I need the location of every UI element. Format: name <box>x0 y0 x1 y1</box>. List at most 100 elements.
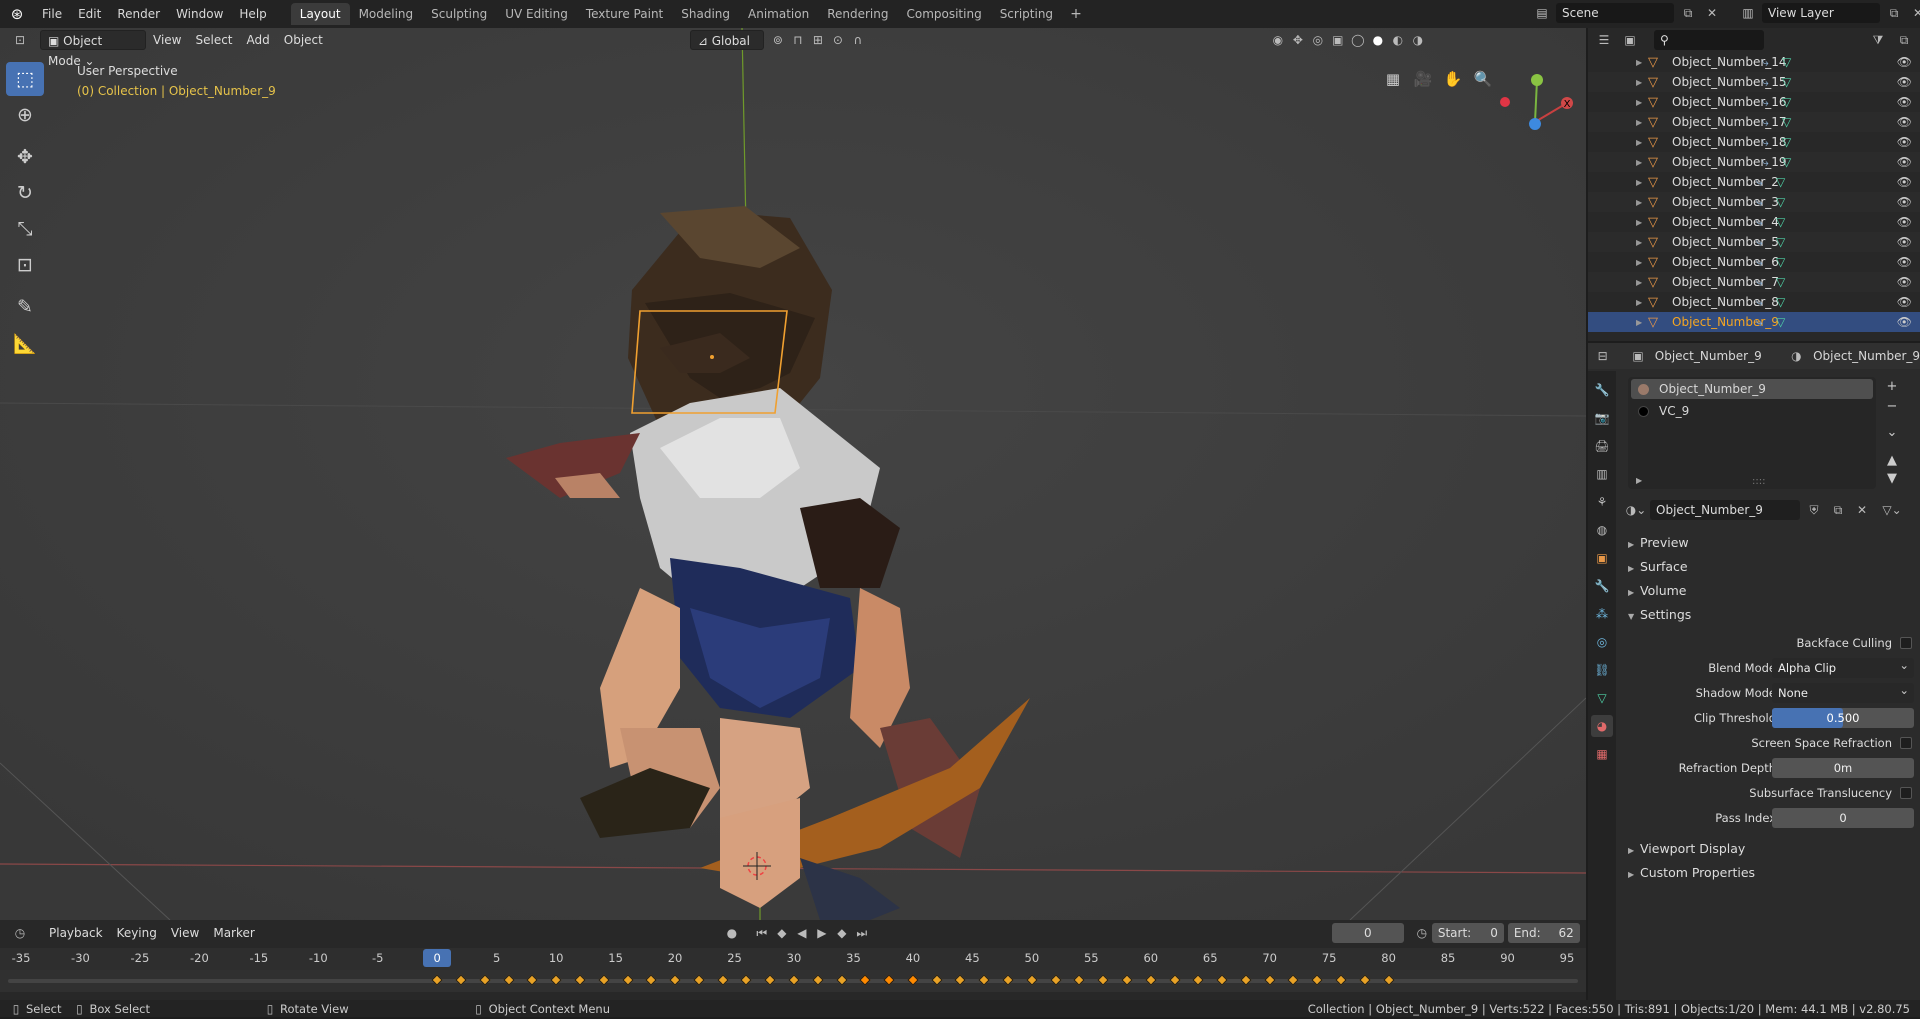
falloff-icon[interactable]: ∩ <box>848 30 868 50</box>
tab-uv-editing[interactable]: UV Editing <box>496 3 577 25</box>
mesh-data-icon[interactable]: ▽ <box>1782 55 1791 69</box>
keyframe-marker[interactable] <box>1216 974 1228 986</box>
visibility-eye-icon[interactable]: 👁 <box>1897 315 1912 329</box>
keyframe-marker[interactable] <box>812 974 824 986</box>
scene-tab-icon[interactable]: ⚘ <box>1591 491 1613 513</box>
clip-threshold-slider[interactable]: 0.500 <box>1772 708 1914 728</box>
timeline-menu-keying[interactable]: Keying <box>110 923 164 943</box>
resize-handle-icon[interactable]: :::: <box>1752 476 1765 487</box>
add-slot-icon[interactable]: + <box>1882 379 1902 397</box>
measure-tool-icon[interactable]: 📐 <box>6 326 44 360</box>
display-mode-icon[interactable]: ▣ <box>1620 30 1640 50</box>
viewport-menu-add[interactable]: Add <box>240 30 277 50</box>
keyframe-marker[interactable] <box>1073 974 1086 986</box>
move-slot-up-icon[interactable]: ▲ <box>1882 453 1902 471</box>
next-key-icon[interactable]: ◆ <box>832 923 852 943</box>
data-tab-icon[interactable]: ▽ <box>1591 687 1613 709</box>
outliner-row[interactable]: ▶ ▽ Object_Number_4 ⤷ ▽ 👁 <box>1588 212 1920 232</box>
jump-start-icon[interactable]: ⏮ <box>752 923 772 943</box>
duplicate-material-icon[interactable]: ⧉ <box>1828 500 1848 520</box>
visibility-eye-icon[interactable]: 👁 <box>1897 115 1912 129</box>
material-slots[interactable]: Object_Number_9 VC_9 ▶ :::: <box>1628 377 1876 489</box>
slot-specials-icon[interactable]: ⌄ <box>1882 425 1902 443</box>
snap-target-icon[interactable]: ⊞ <box>808 30 828 50</box>
pass-index-field[interactable]: 0 <box>1772 808 1914 828</box>
modifier-icon[interactable]: ⤷ <box>1756 295 1763 310</box>
modifier-icon[interactable]: ⤷ <box>1762 115 1769 130</box>
expand-arrow-icon[interactable]: ▶ <box>1636 198 1642 207</box>
world-tab-icon[interactable]: ◍ <box>1591 519 1613 541</box>
keyframe-marker[interactable] <box>598 974 610 986</box>
keyframe-marker[interactable] <box>1311 974 1323 986</box>
view-layer-field[interactable]: View Layer <box>1762 3 1880 23</box>
shading-material-icon[interactable]: ◐ <box>1388 30 1408 50</box>
keyframe-marker[interactable] <box>740 974 753 986</box>
mesh-data-icon[interactable]: ▽ <box>1776 255 1785 269</box>
tab-layout[interactable]: Layout <box>290 3 350 25</box>
keyframe-marker[interactable] <box>669 974 681 986</box>
orientation-dropdown[interactable]: ⊿ Global <box>689 30 764 50</box>
visibility-eye-icon[interactable]: 👁 <box>1897 155 1912 169</box>
pivot-icon[interactable]: ⊚ <box>768 30 788 50</box>
outliner-row[interactable]: ▶ ▽ Object_Number_15 ⤷ ▽ 👁 <box>1588 72 1920 92</box>
mesh-data-icon[interactable]: ▽ <box>1776 235 1785 249</box>
sss-checkbox[interactable] <box>1900 787 1912 799</box>
tab-texture-paint[interactable]: Texture Paint <box>577 3 672 25</box>
record-icon[interactable]: ● <box>722 923 742 943</box>
modifier-icon[interactable]: ⤷ <box>1762 75 1769 90</box>
end-frame-field[interactable]: End: 62 <box>1507 923 1580 943</box>
slot-link-icon[interactable]: ▽⌄ <box>1882 500 1902 520</box>
modifier-tab-icon[interactable]: 🔧 <box>1591 575 1613 597</box>
outliner-item-name[interactable]: Object_Number_19 <box>1672 155 1787 169</box>
output-tab-icon[interactable]: 🖨 <box>1591 435 1613 457</box>
keyframe-marker[interactable] <box>859 974 872 986</box>
transform-tool-icon[interactable]: ⊡ <box>6 248 44 282</box>
duplicate-view-layer-icon[interactable]: ⧉ <box>1884 3 1904 23</box>
keyframe-marker[interactable] <box>931 974 943 986</box>
select-box-icon[interactable]: ⬚ <box>6 62 44 96</box>
view-layer-icon[interactable]: ▥ <box>1738 3 1758 23</box>
modifier-icon[interactable]: ⤷ <box>1756 235 1763 250</box>
expand-arrow-icon[interactable]: ▶ <box>1636 258 1642 267</box>
expand-arrow-icon[interactable]: ▶ <box>1636 118 1642 127</box>
expand-arrow-icon[interactable]: ▶ <box>1636 298 1642 307</box>
mesh-data-icon[interactable]: ▽ <box>1776 175 1785 189</box>
expand-arrow-icon[interactable]: ▶ <box>1636 158 1642 167</box>
keyframe-marker[interactable] <box>479 974 491 986</box>
outliner-item-name[interactable]: Object_Number_15 <box>1672 75 1787 89</box>
preview-range-icon[interactable]: ◷ <box>1412 923 1432 943</box>
visibility-icon[interactable]: ◉ <box>1268 30 1288 50</box>
outliner-row[interactable]: ▶ ▽ Object_Number_5 ⤷ ▽ 👁 <box>1588 232 1920 252</box>
visibility-eye-icon[interactable]: 👁 <box>1897 195 1912 209</box>
tab-animation[interactable]: Animation <box>739 3 818 25</box>
visibility-eye-icon[interactable]: 👁 <box>1897 235 1912 249</box>
keyframe-marker[interactable] <box>716 974 729 986</box>
keyframe-marker[interactable] <box>835 974 848 986</box>
expand-arrow-icon[interactable]: ▶ <box>1636 78 1642 87</box>
keyframe-marker[interactable] <box>954 974 967 986</box>
mesh-data-icon[interactable]: ▽ <box>1782 115 1791 129</box>
mesh-data-icon[interactable]: ▽ <box>1782 155 1791 169</box>
viewport-menu-view[interactable]: View <box>146 30 188 50</box>
keyframe-marker[interactable] <box>1121 974 1133 986</box>
physics-tab-icon[interactable]: ◎ <box>1591 631 1613 653</box>
mesh-data-icon[interactable]: ▽ <box>1782 75 1791 89</box>
keyframe-marker[interactable] <box>431 974 443 986</box>
keyframe-marker[interactable] <box>693 974 705 986</box>
tab-scripting[interactable]: Scripting <box>991 3 1062 25</box>
menu-help[interactable]: Help <box>231 0 274 28</box>
keyframe-marker[interactable] <box>1168 974 1181 986</box>
expand-arrow-icon[interactable]: ▶ <box>1636 178 1642 187</box>
editor-type-icon[interactable]: ⊡ <box>10 30 30 50</box>
duplicate-scene-icon[interactable]: ⧉ <box>1678 3 1698 23</box>
timeline-menu-marker[interactable]: Marker <box>206 923 261 943</box>
shading-solid-icon[interactable]: ● <box>1368 30 1388 50</box>
keyframe-marker[interactable] <box>455 974 467 986</box>
timeline-editor-icon[interactable]: ◷ <box>10 923 30 943</box>
outliner-row[interactable]: ▶ ▽ Object_Number_14 ⤷ ▽ 👁 <box>1588 52 1920 72</box>
delete-view-layer-icon[interactable]: ✕ <box>1908 3 1920 23</box>
menu-file[interactable]: File <box>34 0 70 28</box>
outliner-item-name[interactable]: Object_Number_17 <box>1672 115 1787 129</box>
keyframe-marker[interactable] <box>550 974 562 986</box>
properties-object-name[interactable]: Object_Number_9 <box>1655 349 1762 363</box>
